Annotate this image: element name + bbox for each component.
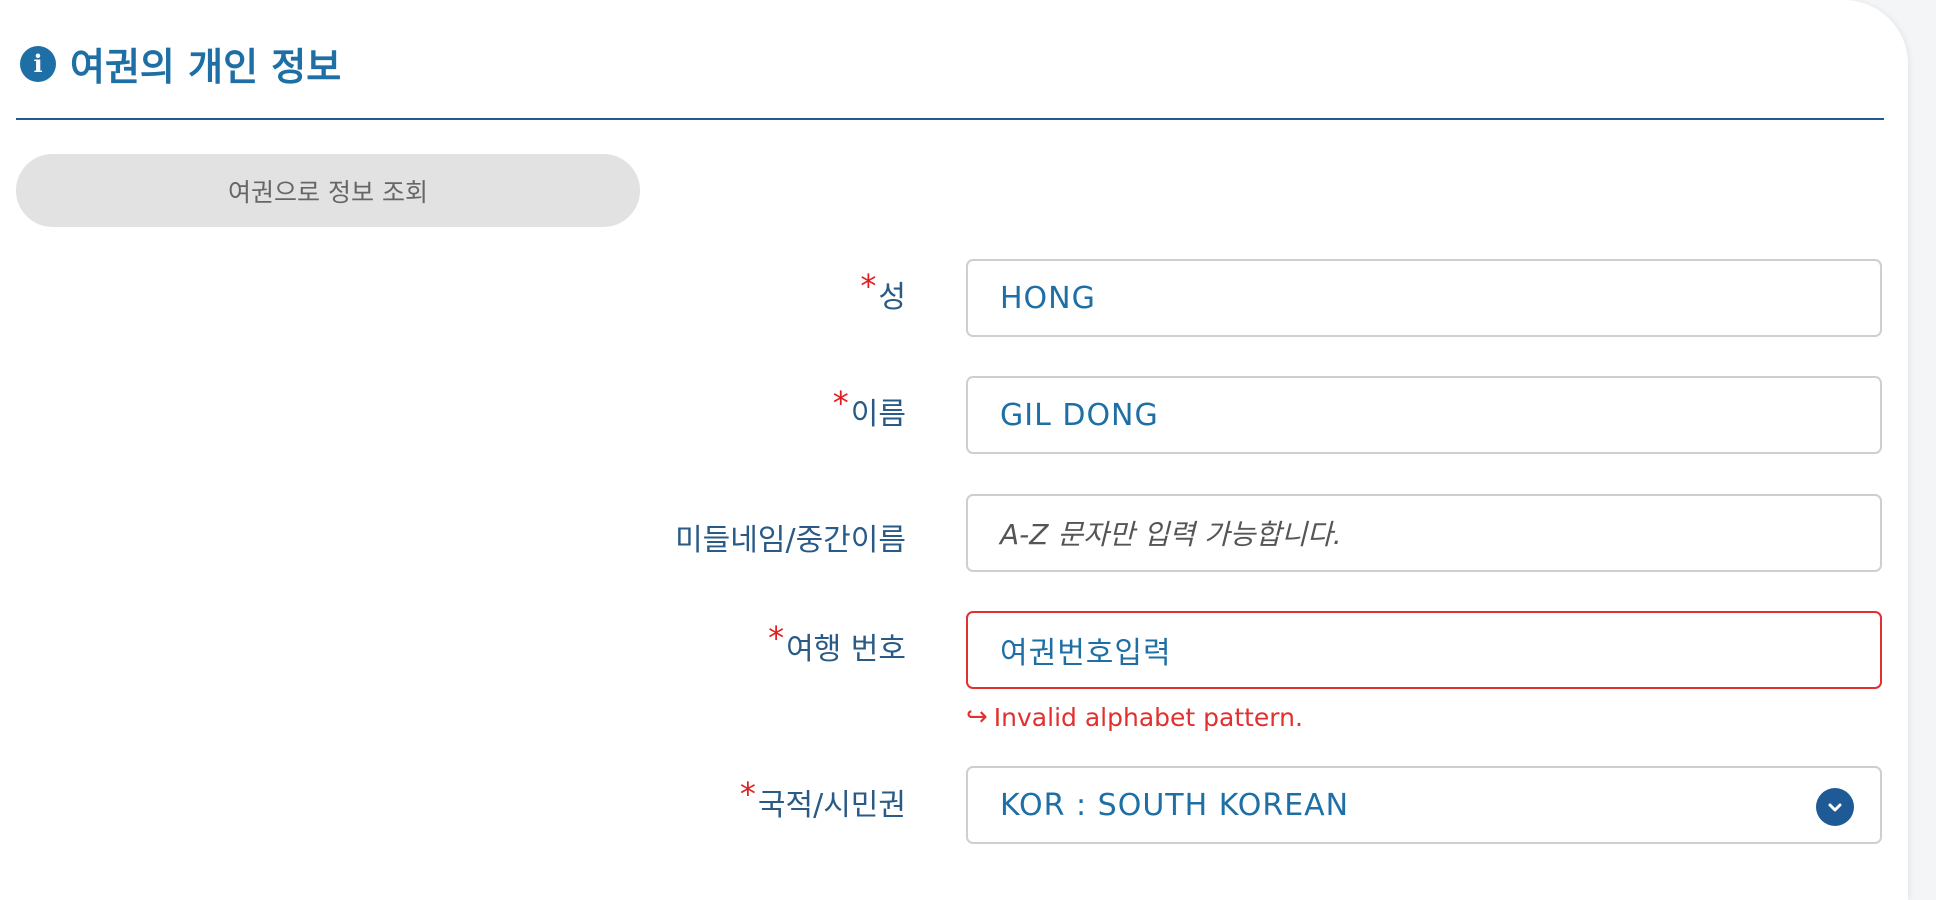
given-name-input[interactable]: GIL DONG (966, 376, 1882, 454)
travel-number-input[interactable]: 여권번호입력 (966, 611, 1882, 689)
required-mark: * (832, 384, 849, 422)
info-icon: i (20, 45, 56, 82)
middle-name-input[interactable]: A-Z 문자만 입력 가능합니다. (966, 494, 1882, 572)
nationality-selected-value: KOR : SOUTH KOREAN (1000, 787, 1350, 823)
personal-info-card: i 여권의 개인 정보 여권으로 정보 조회 *성 HONG *이름 GIL D… (0, 0, 1908, 900)
return-arrow-icon: ↪ (966, 702, 988, 732)
required-mark: * (768, 619, 785, 657)
surname-label: *성 (860, 267, 906, 315)
section-divider (16, 118, 1884, 120)
surname-input[interactable]: HONG (966, 259, 1882, 337)
section-header: i 여권의 개인 정보 (20, 36, 341, 91)
section-title: 여권의 개인 정보 (70, 45, 342, 89)
passport-lookup-button[interactable]: 여권으로 정보 조회 (16, 154, 640, 227)
nationality-select[interactable]: KOR : SOUTH KOREAN (966, 766, 1882, 844)
middle-name-label: 미들네임/중간이름 (675, 523, 906, 558)
given-name-label: *이름 (832, 384, 906, 432)
required-mark: * (860, 267, 877, 305)
travel-number-label: *여행 번호 (768, 619, 906, 667)
nationality-label: *국적/시민권 (739, 775, 906, 823)
required-mark: * (739, 775, 756, 813)
chevron-down-icon[interactable] (1816, 788, 1854, 826)
travel-number-error: ↪ Invalid alphabet pattern. (966, 702, 1303, 732)
